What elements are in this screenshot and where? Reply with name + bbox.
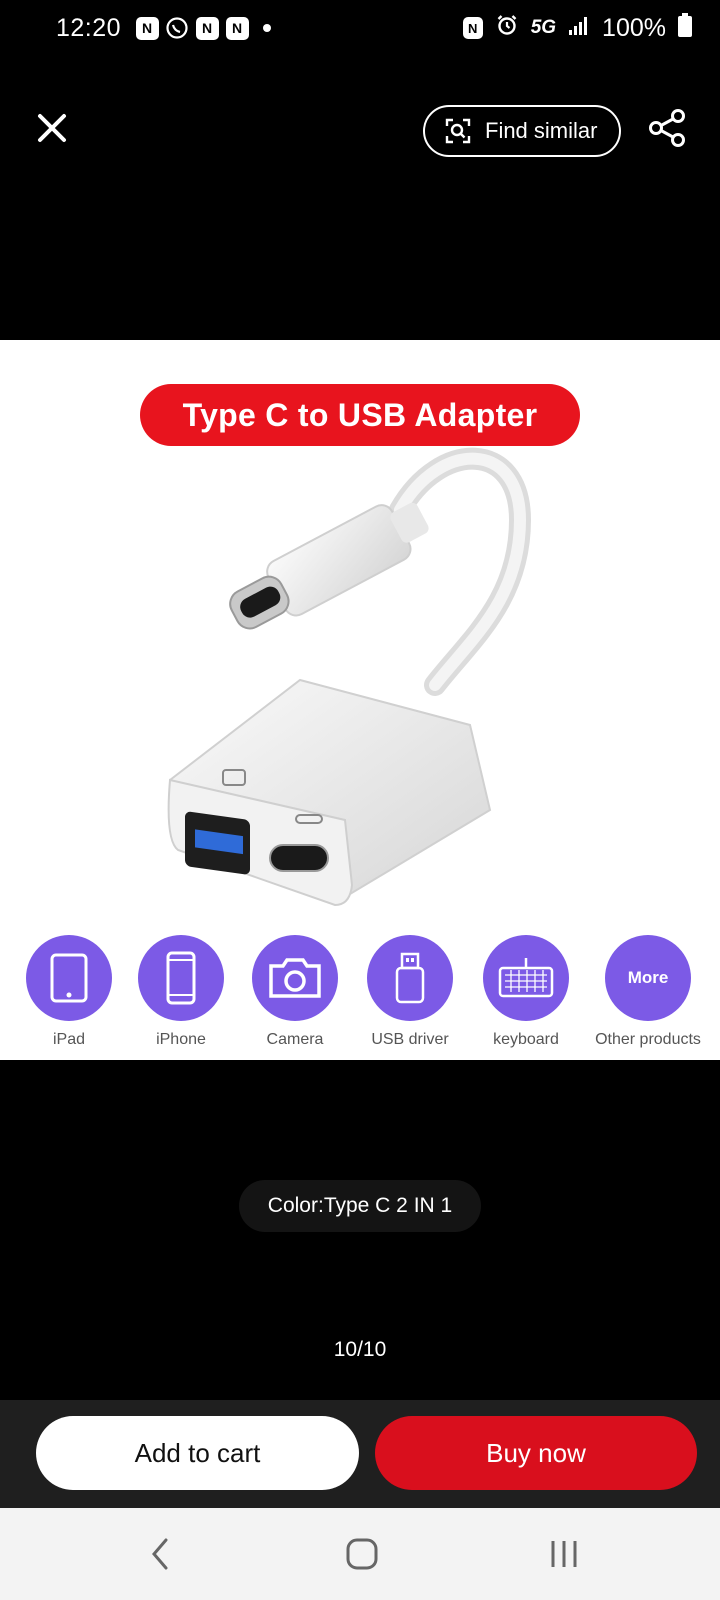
whatsapp-icon (165, 16, 189, 40)
compat-ipad: iPad (9, 935, 129, 1049)
network-type: 5G (530, 17, 557, 38)
compat-usb-driver: USB driver (350, 935, 470, 1049)
usb-drive-icon (367, 935, 453, 1021)
compat-label: Other products (595, 1031, 701, 1048)
phone-icon (138, 935, 224, 1021)
compat-keyboard: keyboard (466, 935, 586, 1049)
alarm-icon (495, 13, 519, 44)
add-to-cart-button[interactable]: Add to cart (36, 1416, 359, 1490)
dot-icon (255, 16, 279, 40)
battery-percent: 100% (602, 13, 666, 42)
nfc-icon: N (462, 17, 483, 39)
nav-recents-button[interactable] (540, 1530, 588, 1578)
status-time: 12:20 (56, 13, 122, 42)
compat-iphone: iPhone (121, 935, 241, 1049)
nav-home-button[interactable] (338, 1530, 386, 1578)
recents-icon (551, 1541, 577, 1567)
compat-label: keyboard (493, 1031, 559, 1048)
image-search-icon (445, 118, 471, 144)
compat-other: More Other products (578, 935, 718, 1049)
compatibility-icons: iPad iPhone Camera USB driver keyboard M… (0, 935, 720, 1055)
back-icon (152, 1538, 168, 1570)
keyboard-icon (483, 935, 569, 1021)
tablet-icon (26, 935, 112, 1021)
nav-back-button[interactable] (136, 1530, 184, 1578)
find-similar-button[interactable]: Find similar (423, 105, 621, 157)
find-similar-label: Find similar (485, 118, 598, 143)
close-icon (38, 114, 66, 142)
home-icon (346, 1538, 378, 1570)
compat-label: USB driver (371, 1031, 449, 1048)
notification-icon: N (195, 16, 219, 40)
status-right: N 5G 100% (462, 12, 692, 44)
buy-now-button[interactable]: Buy now (375, 1416, 697, 1490)
compat-label: iPad (52, 1031, 86, 1048)
camera-icon (252, 935, 338, 1021)
notification-icon: N (225, 16, 249, 40)
share-button[interactable] (645, 106, 689, 150)
compat-label: iPhone (156, 1031, 206, 1048)
compat-label: Camera (266, 1031, 324, 1048)
signal-icon (568, 14, 590, 43)
share-icon (649, 109, 685, 147)
status-bar: 12:20 N N N N 5G 100% (0, 0, 720, 56)
notification-icon: N (135, 16, 159, 40)
image-counter: 10/10 (333, 1338, 387, 1361)
more-icon: More (605, 935, 691, 1021)
product-image[interactable]: Type C to USB Adapter iPad iPhone Camera… (0, 340, 720, 1060)
battery-icon (678, 12, 692, 44)
compat-camera: Camera (235, 935, 355, 1049)
system-nav-bar (0, 1508, 720, 1600)
close-button[interactable] (30, 106, 74, 150)
variant-label: Color:Type C 2 IN 1 (239, 1180, 481, 1232)
action-bar: Add to cart Buy now (0, 1400, 720, 1508)
adapter-illustration (167, 447, 532, 907)
